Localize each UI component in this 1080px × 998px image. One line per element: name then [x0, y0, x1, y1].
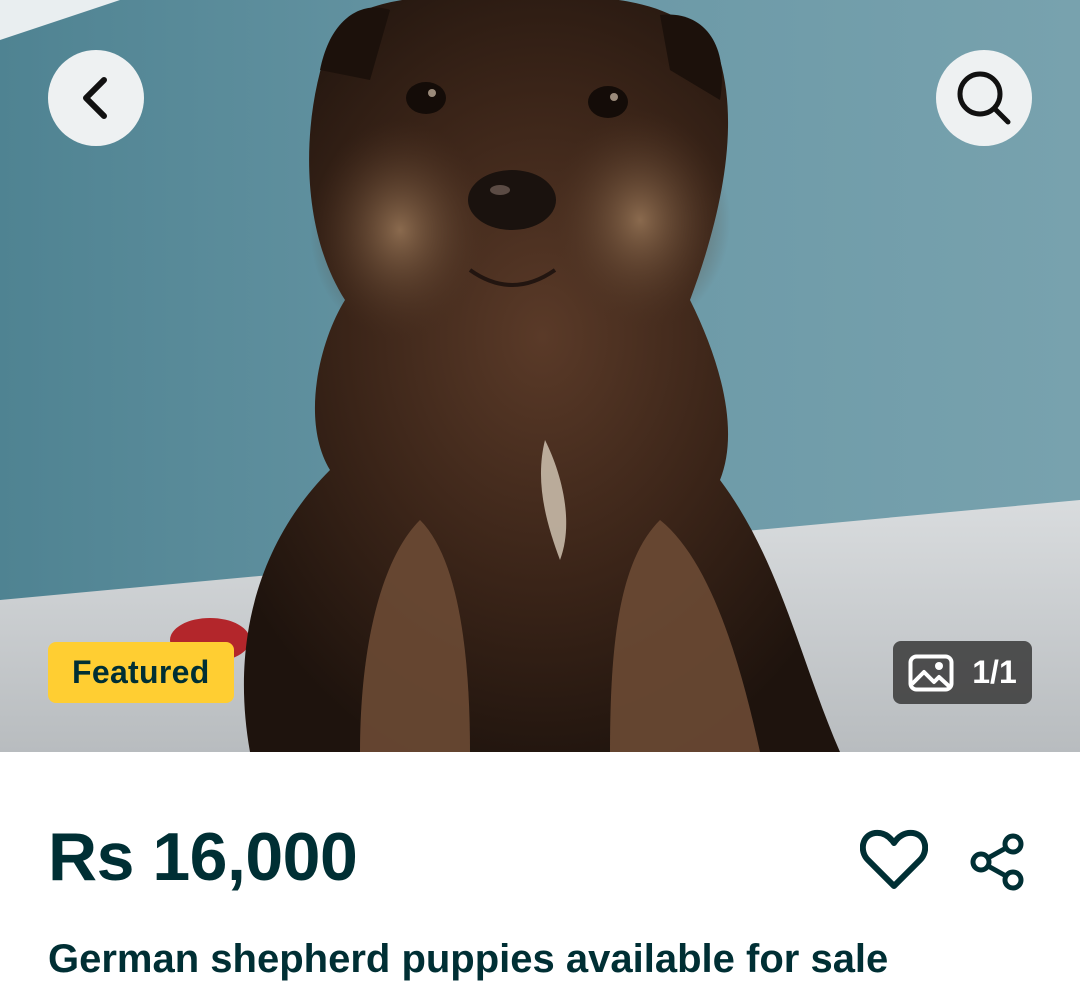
share-button[interactable]	[962, 828, 1032, 896]
heart-icon	[860, 829, 928, 889]
share-icon	[970, 833, 1024, 891]
listing-photo[interactable]: Featured 1/1	[0, 0, 1080, 752]
image-icon	[908, 654, 954, 691]
search-button[interactable]	[936, 50, 1032, 146]
image-counter-text: 1/1	[972, 654, 1017, 690]
listing-price: Rs 16,000	[48, 819, 358, 895]
featured-badge: Featured	[48, 642, 234, 703]
listing-page: Featured 1/1 Rs 16,000 German shepherd p…	[0, 0, 1080, 998]
listing-title: German shepherd puppies available for sa…	[48, 937, 889, 981]
back-button[interactable]	[48, 50, 144, 146]
search-icon	[957, 71, 1011, 125]
favorite-button[interactable]	[858, 826, 930, 894]
image-counter-badge[interactable]: 1/1	[893, 641, 1032, 704]
puppy-photo-image	[0, 0, 1080, 752]
featured-label: Featured	[72, 654, 210, 690]
chevron-left-icon	[83, 77, 107, 119]
